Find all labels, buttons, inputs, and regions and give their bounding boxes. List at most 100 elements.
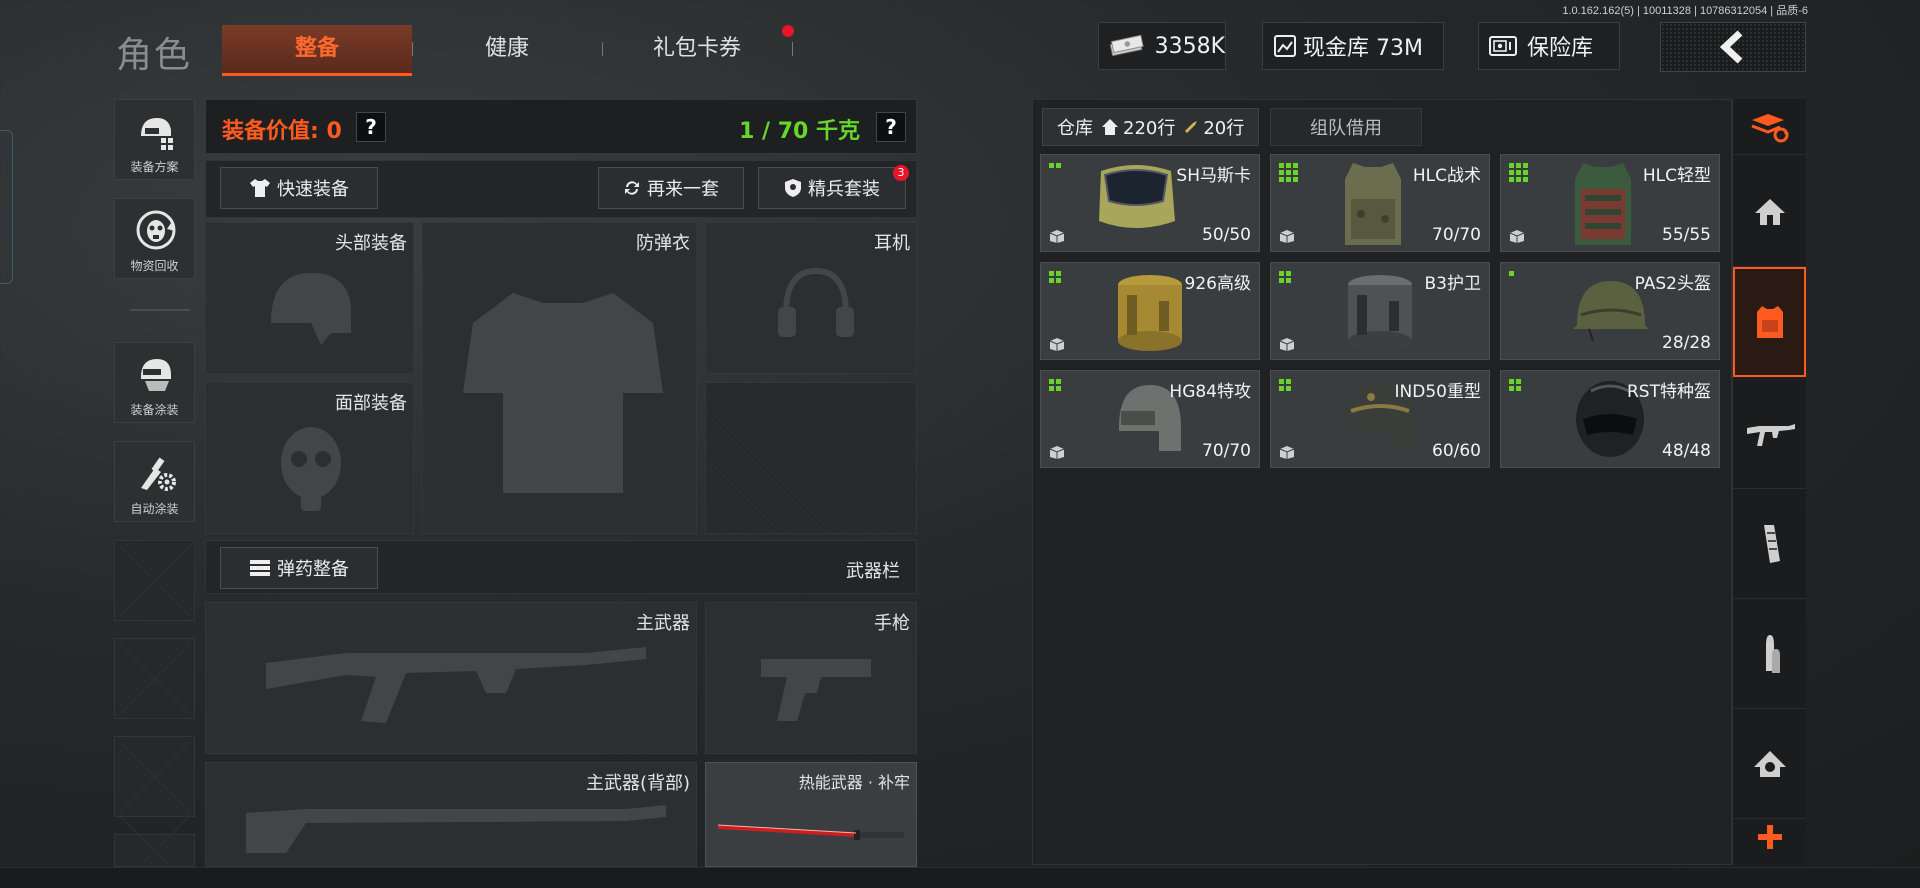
box-icon: [1049, 230, 1065, 243]
item-name: HLC轻型: [1642, 166, 1711, 186]
bullet-icon: [1765, 634, 1780, 673]
item-name: PAS2头盔: [1634, 274, 1711, 294]
tab-health-label: 健康: [484, 36, 529, 61]
equipment-paint-button[interactable]: 装备涂装: [114, 342, 195, 423]
shirt-icon: [250, 179, 270, 197]
size-grid-icon: [1049, 163, 1061, 168]
tab-equip-label: 整备: [294, 36, 339, 61]
warehouse-item[interactable]: HLC轻型 55/55: [1500, 154, 1720, 252]
ammo-icon: [250, 560, 270, 576]
auto-paint-label: 自动涂装: [130, 502, 179, 516]
warehouse-item[interactable]: B3护卫: [1270, 262, 1490, 360]
value-help-button[interactable]: ?: [356, 112, 386, 142]
box-icon: [1509, 230, 1525, 243]
refresh-icon: [625, 181, 639, 195]
tab-equip[interactable]: 整备: [222, 25, 412, 76]
body-armor-label: 防弹衣: [636, 233, 690, 254]
primary-weapon-slot[interactable]: 主武器: [205, 602, 697, 754]
warehouse-item[interactable]: HLC战术 70/70: [1270, 154, 1490, 252]
tab-gift-coupons[interactable]: 礼包卡券: [602, 25, 792, 73]
warehouse-tab[interactable]: 仓库 220行 20行: [1042, 108, 1260, 146]
category-armor[interactable]: [1733, 267, 1806, 377]
item-name: HLC战术: [1412, 166, 1481, 186]
home-icon: [1754, 198, 1785, 225]
equipment-paint-label: 装备涂装: [130, 403, 179, 417]
home-icon: [1102, 119, 1118, 135]
headset-slot[interactable]: 耳机: [705, 222, 917, 374]
warehouse-item[interactable]: IND50重型 60/60: [1270, 370, 1490, 468]
bullet-icon: [1185, 121, 1198, 133]
head-gear-slot[interactable]: 头部装备: [205, 222, 414, 374]
guard-armor-icon: [1348, 275, 1412, 351]
tab-health[interactable]: 健康: [412, 25, 602, 73]
money-display[interactable]: 3358K: [1098, 22, 1226, 70]
warehouse-item[interactable]: HG84特攻 70/70: [1040, 370, 1260, 468]
ammo-prep-button[interactable]: 弹药整备: [220, 547, 378, 589]
back-button[interactable]: [1660, 22, 1806, 72]
category-magazines[interactable]: [1733, 489, 1806, 599]
size-grid-icon: [1509, 163, 1528, 182]
category-home[interactable]: [1733, 157, 1806, 267]
thermal-weapon-slot[interactable]: 热能武器 · 补牢: [705, 762, 917, 867]
box-icon: [1279, 446, 1295, 459]
item-durability: 60/60: [1432, 441, 1481, 461]
cash-vault-label: 现金库 73M: [1303, 36, 1423, 61]
elite-set-button[interactable]: 精兵套装: [758, 167, 906, 209]
magazine-icon: [1763, 524, 1780, 563]
quick-equip-button[interactable]: 快速装备: [220, 167, 378, 209]
safe-icon: [1489, 36, 1517, 56]
page-title: 角色: [116, 35, 193, 76]
size-grid-icon: [1279, 163, 1298, 182]
ammo-prep-label: 弹药整备: [277, 559, 349, 580]
warehouse-item[interactable]: 926高级: [1040, 262, 1260, 360]
gas-mask-silhouette-icon: [281, 427, 341, 511]
primary-weapon-label: 主武器: [636, 613, 690, 634]
loadout-plan-label: 装备方案: [130, 160, 179, 174]
weight-help-button[interactable]: ?: [876, 112, 906, 142]
category-sidebar: [1732, 99, 1806, 865]
face-gear-slot[interactable]: 面部装备: [205, 382, 414, 534]
version-text: 1.0.162.162(5) | 10011328 | 10786312054 …: [1562, 5, 1808, 17]
category-refresh[interactable]: [1733, 99, 1806, 155]
item-name: SH马斯卡: [1176, 166, 1251, 186]
body-armor-slot[interactable]: 防弹衣: [422, 222, 697, 534]
pistol-silhouette-icon: [761, 659, 871, 721]
cash-stack-icon: [1109, 34, 1144, 57]
supply-recycle-label: 物资回收: [130, 259, 179, 273]
rifle-silhouette-icon: [266, 647, 646, 723]
loadout-plan-button[interactable]: 装备方案: [114, 99, 195, 180]
supply-recycle-button[interactable]: 物资回收: [114, 198, 195, 279]
katana-icon: [717, 824, 904, 840]
headset-label: 耳机: [874, 233, 910, 254]
redo-set-button[interactable]: 再来一套: [598, 167, 744, 209]
redo-set-label: 再来一套: [647, 179, 719, 200]
warehouse-item[interactable]: RST特种盔 48/48: [1500, 370, 1720, 468]
category-scopes[interactable]: [1733, 709, 1806, 819]
size-grid-icon: [1509, 271, 1514, 276]
warehouse-item[interactable]: SH马斯卡 50/50: [1040, 154, 1260, 252]
auto-paint-button[interactable]: 自动涂装: [114, 441, 195, 522]
cash-vault-button[interactable]: 现金库 73M: [1262, 22, 1444, 70]
weight-display: 1 / 70 千克: [739, 119, 860, 144]
category-rifles[interactable]: [1733, 379, 1806, 489]
team-borrow-tab[interactable]: 组队借用: [1270, 108, 1422, 146]
size-grid-icon: [1279, 271, 1291, 283]
item-name: RST特种盔: [1627, 382, 1711, 402]
rifle-back-silhouette-icon: [246, 805, 666, 853]
warehouse-tab-label: 仓库: [1057, 118, 1093, 139]
box-icon: [1049, 446, 1065, 459]
warehouse-item[interactable]: PAS2头盔 28/28: [1500, 262, 1720, 360]
primary-weapon-back-slot[interactable]: 主武器(背部): [205, 762, 697, 867]
box-icon: [1049, 338, 1065, 351]
left-edge-handle[interactable]: [0, 130, 13, 284]
size-grid-icon: [1509, 379, 1521, 391]
box-icon: [1279, 338, 1295, 351]
safe-button[interactable]: 保险库: [1478, 22, 1620, 70]
item-name: B3护卫: [1424, 274, 1481, 294]
bottom-bar: [0, 867, 1920, 888]
elite-badge: 3: [893, 165, 909, 181]
plus-icon: [1757, 825, 1782, 849]
pistol-slot[interactable]: 手枪: [705, 602, 917, 754]
category-add[interactable]: [1733, 809, 1806, 865]
category-ammo[interactable]: [1733, 599, 1806, 709]
